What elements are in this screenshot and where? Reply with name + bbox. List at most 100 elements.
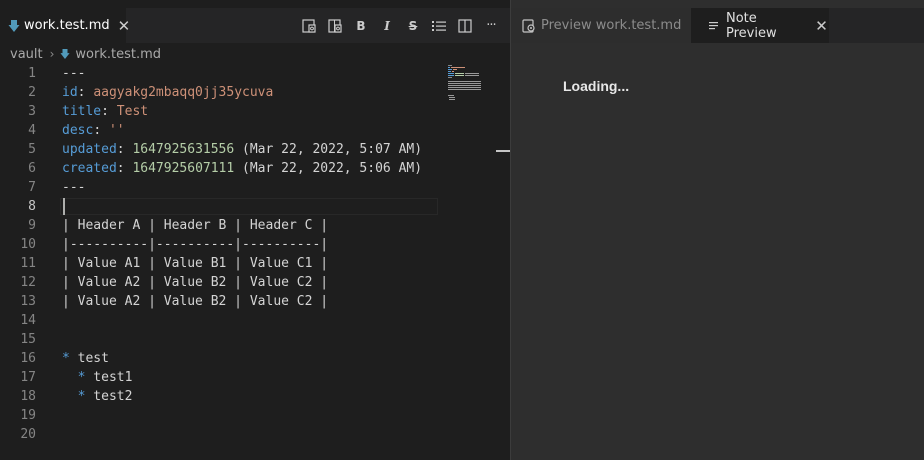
code-token: title (62, 104, 102, 119)
code-token: test2 (85, 389, 133, 404)
line-code: |----------|----------|----------| (62, 235, 328, 254)
line-number: 11 (20, 256, 36, 271)
code-token: * (62, 351, 70, 366)
tab-work-test-md[interactable]: work.test.md ✕ (0, 8, 130, 43)
strikethrough-icon[interactable]: S (400, 15, 426, 37)
code-token: created (62, 161, 117, 176)
code-token: : (116, 161, 133, 176)
editor-line[interactable]: 2 id: aagyakg2mbaqq0jj35ycuva (0, 83, 496, 102)
current-line-highlight (60, 198, 438, 215)
line-code: id: aagyakg2mbaqq0jj35ycuva (62, 83, 273, 102)
line-number: 3 (28, 104, 36, 119)
code-token: | Value A1 | Value B1 | Value C1 | (62, 256, 329, 271)
editor-line[interactable]: 1 --- (0, 64, 496, 83)
code-token: updated (62, 142, 117, 157)
tab-close-button[interactable]: ✕ (118, 17, 131, 35)
tab-note-preview[interactable]: Note Preview ✕ (691, 8, 829, 43)
code-editor[interactable]: 1 --- 2 id: aagyakg2mbaqq0jj35ycuva 3 title: … (0, 64, 496, 444)
line-number: 5 (28, 142, 36, 157)
editor-line[interactable]: 10 |----------|----------|----------| (0, 235, 496, 254)
editor-line[interactable]: 3 title: Test (0, 102, 496, 121)
line-number: 13 (20, 294, 36, 309)
editor-line[interactable]: 9 | Header A | Header B | Header C | (0, 216, 496, 235)
minimap[interactable] (446, 64, 496, 104)
tab-close-button[interactable]: ✕ (814, 17, 829, 35)
line-code: desc: '' (62, 121, 125, 140)
italic-icon[interactable]: I (374, 15, 400, 37)
line-code: | Value A2 | Value B2 | Value C2 | (62, 292, 328, 311)
editor-line[interactable]: 13 | Value A2 | Value B2 | Value C2 | (0, 292, 496, 311)
editor-line[interactable]: 18 * test2 (0, 387, 496, 406)
editor-group-left: work.test.md ✕ B I S ··· vault › work.te… (0, 0, 510, 460)
editor-line[interactable]: 19 (0, 406, 496, 425)
line-code: | Value A2 | Value B2 | Value C2 | (62, 273, 328, 292)
italic-glyph: I (384, 18, 390, 33)
bold-icon[interactable]: B (348, 15, 374, 37)
line-code: --- (62, 178, 85, 197)
text-cursor (63, 198, 65, 215)
editor-line[interactable]: 8 (0, 197, 496, 216)
code-token: : (77, 85, 94, 100)
open-preview-icon[interactable] (322, 15, 348, 37)
code-token: (Mar 22, 2022, 5:07 AM) (234, 142, 423, 157)
code-token: '' (108, 123, 125, 138)
bullet-list-icon[interactable] (426, 15, 452, 37)
line-code: | Header A | Header B | Header C | (62, 216, 328, 235)
line-number: 7 (28, 180, 36, 195)
editor-line[interactable]: 4 desc: '' (0, 121, 496, 140)
breadcrumb: vault › work.test.md (10, 44, 161, 64)
breadcrumb-file-icon (60, 48, 71, 60)
editor-line[interactable]: 17 * test1 (0, 368, 496, 387)
code-token: : (101, 104, 117, 119)
line-number: 4 (28, 123, 36, 138)
line-code: title: Test (62, 102, 148, 121)
line-code: | Value A1 | Value B1 | Value C1 | (62, 254, 328, 273)
tab-label: Note Preview (725, 10, 777, 41)
editor-line[interactable]: 5 updated: 1647925631556 (Mar 22, 2022, 5… (0, 140, 496, 159)
editor-line[interactable]: 20 (0, 425, 496, 444)
bold-glyph: B (356, 18, 366, 33)
strike-glyph: S (408, 18, 418, 33)
line-number: 9 (28, 218, 36, 233)
code-token: | Value A2 | Value B2 | Value C2 | (62, 275, 329, 290)
vertical-scrollbar-thumb[interactable] (496, 150, 510, 152)
line-code: updated: 1647925631556 (Mar 22, 2022, 5:… (62, 140, 422, 159)
editor-line[interactable]: 15 (0, 330, 496, 349)
editor-line[interactable]: 12 | Value A2 | Value B2 | Value C2 | (0, 273, 496, 292)
line-number: 2 (28, 85, 36, 100)
editor-line[interactable]: 14 (0, 311, 496, 330)
breadcrumb-file[interactable]: work.test.md (75, 47, 161, 62)
tab-preview-work-test-md[interactable]: Preview work.test.md (511, 8, 691, 43)
more-actions-icon[interactable]: ··· (478, 15, 504, 37)
preview-tab-bar: Preview work.test.md Note Preview ✕ (511, 8, 924, 43)
editor-line[interactable]: 6 created: 1647925607111 (Mar 22, 2022, 5… (0, 159, 496, 178)
line-number: 1 (28, 66, 36, 81)
code-token: | Header A | Header B | Header C | (62, 218, 329, 233)
line-number: 16 (20, 351, 36, 366)
editor-line[interactable]: 7 --- (0, 178, 496, 197)
code-token: --- (62, 66, 86, 81)
code-token: : (93, 123, 109, 138)
line-number: 19 (20, 408, 36, 423)
code-token: |----------|----------|----------| (62, 237, 329, 252)
chevron-right-icon: › (49, 47, 55, 61)
code-token: : (116, 142, 133, 157)
editor-line[interactable]: 16 * test (0, 349, 496, 368)
editor-line[interactable]: 11 | Value A1 | Value B1 | Value C1 | (0, 254, 496, 273)
line-number: 8 (28, 199, 36, 214)
code-token: --- (62, 180, 86, 195)
line-code: --- (62, 64, 85, 83)
code-token: 1647925631556 (132, 142, 235, 157)
line-number: 14 (20, 313, 36, 328)
line-number: 20 (20, 427, 36, 442)
breadcrumb-root[interactable]: vault (10, 47, 43, 62)
line-number: 17 (20, 370, 36, 385)
tab-label: work.test.md (24, 18, 110, 33)
line-code: * test2 (62, 387, 133, 406)
line-number: 15 (20, 332, 36, 347)
code-token: aagyakg2mbaqq0jj35ycuva (93, 85, 274, 100)
open-preview-side-icon[interactable] (296, 15, 322, 37)
code-token: id (62, 85, 78, 100)
split-editor-icon[interactable] (452, 15, 478, 37)
